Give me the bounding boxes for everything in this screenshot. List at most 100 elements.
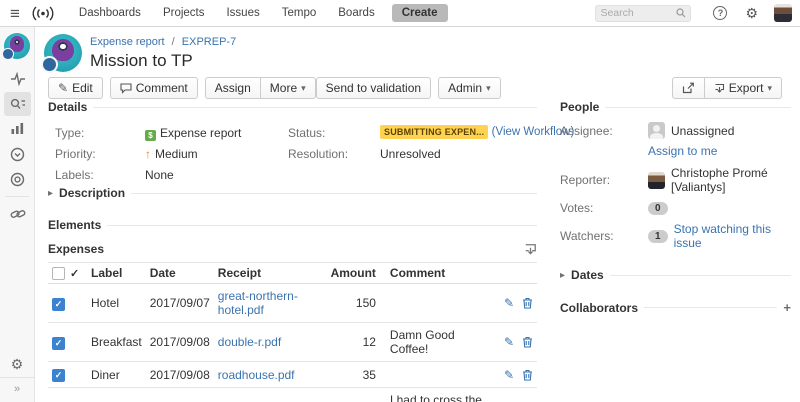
edit-row-icon[interactable]: ✎ [504, 335, 514, 349]
settings-gear-icon[interactable]: ⚙ [745, 6, 758, 20]
details-fields: Type: $Expense report Priority: ↑Medium … [48, 122, 537, 180]
sidebar-expand-icon[interactable]: » [0, 377, 34, 402]
labels-value: None [145, 168, 174, 182]
select-all-checkbox[interactable] [52, 267, 65, 280]
export-dropdown-button[interactable]: Export ▾ [705, 77, 782, 99]
expense-comment: Damn Good Coffee! [386, 323, 493, 362]
details-section-header: Details [48, 100, 537, 114]
nav-dashboards[interactable]: Dashboards [79, 7, 141, 19]
votes-count-badge[interactable]: 0 [648, 202, 668, 215]
hamburger-menu-icon[interactable]: ≡ [10, 5, 20, 22]
table-row: Casino 2017/09/09 one-eyed-jack.pdf 120 … [48, 388, 537, 402]
issue-search-icon[interactable] [4, 92, 31, 116]
stop-watching-link[interactable]: Stop watching this issue [674, 222, 791, 250]
create-button[interactable]: Create [392, 4, 448, 22]
nav-projects[interactable]: Projects [163, 7, 205, 19]
export-table-icon[interactable] [524, 243, 537, 256]
edit-row-icon[interactable]: ✎ [504, 296, 514, 310]
jira-issue-page: ≡ Dashboards Projects Issues Tempo Board… [0, 0, 800, 402]
app-logo-icon[interactable] [30, 6, 56, 21]
dates-heading: Dates [571, 268, 604, 282]
table-row: Breakfast 2017/09/08 double-r.pdf 12 Dam… [48, 323, 537, 362]
nav-issues[interactable]: Issues [226, 7, 259, 19]
receipt-link[interactable]: roadhouse.pdf [218, 368, 295, 382]
breadcrumb-separator: / [172, 36, 175, 48]
expense-comment [386, 362, 493, 388]
expense-label: Casino [87, 388, 146, 402]
votes-label: Votes: [560, 201, 648, 215]
assignee-value: Unassigned [671, 124, 734, 138]
description-section-header[interactable]: ▸ Description [48, 186, 537, 200]
receipt-link[interactable]: double-r.pdf [218, 335, 281, 349]
right-column: People Assignee: Unassigned Assign to me… [560, 100, 791, 323]
people-heading: People [560, 100, 599, 114]
expense-comment [386, 284, 493, 323]
project-avatar-small[interactable] [4, 33, 30, 59]
resolution-value: Unresolved [380, 147, 441, 161]
search-input[interactable] [600, 7, 676, 19]
reporter-avatar[interactable] [648, 172, 665, 189]
resolution-label: Resolution: [288, 147, 348, 161]
issue-type-avatar [44, 34, 82, 72]
expense-label: Diner [87, 362, 146, 388]
history-clock-icon[interactable] [0, 142, 35, 166]
col-receipt: Receipt [214, 263, 327, 284]
user-profile-avatar[interactable] [774, 4, 792, 22]
expense-report-type-icon: $ [145, 130, 156, 141]
watchers-count-badge[interactable]: 1 [648, 230, 668, 243]
activity-icon[interactable] [0, 67, 35, 91]
receipt-link[interactable]: great-northern-hotel.pdf [218, 289, 298, 317]
expense-checkbox-1[interactable] [52, 337, 65, 350]
avatar-overlay-badge [41, 56, 58, 73]
releases-target-icon[interactable] [0, 167, 35, 191]
col-label: Label [87, 263, 146, 284]
nav-boards[interactable]: Boards [338, 7, 374, 19]
assign-button[interactable]: Assign [205, 77, 261, 99]
delete-row-icon[interactable] [522, 369, 533, 381]
expense-date: 2017/09/09 [146, 388, 214, 402]
expenses-table-body: Hotel 2017/09/07 great-northern-hotel.pd… [48, 284, 537, 402]
more-dropdown-button[interactable]: More ▾ [261, 77, 316, 99]
expense-label: Breakfast [87, 323, 146, 362]
expense-checkbox-2[interactable] [52, 369, 65, 382]
breadcrumb-project-link[interactable]: Expense report [90, 36, 165, 48]
chevron-right-icon: ▸ [560, 270, 565, 281]
add-collaborator-icon[interactable]: + [783, 300, 791, 315]
expense-comment: I had to cross the border, but worth it! [386, 388, 493, 402]
comment-button[interactable]: Comment [110, 77, 198, 99]
reporter-field: Reporter: Christophe Promé [Valiantys] [560, 166, 791, 194]
expense-checkbox-0[interactable] [52, 298, 65, 311]
reporter-value: Christophe Promé [Valiantys] [671, 166, 791, 194]
status-value: SUBMITTING EXPEN... (View Workflow) [380, 124, 574, 138]
share-button[interactable] [672, 77, 705, 99]
priority-medium-icon: ↑ [145, 147, 151, 161]
chevron-down-icon: ▾ [486, 83, 491, 94]
watchers-field: Watchers: 1 Stop watching this issue [560, 222, 791, 250]
admin-dropdown-button[interactable]: Admin ▾ [438, 77, 501, 99]
nav-tempo[interactable]: Tempo [282, 7, 317, 19]
elements-section-header: Elements [48, 218, 537, 232]
reports-chart-icon[interactable] [0, 117, 35, 141]
delete-row-icon[interactable] [522, 297, 533, 309]
status-badge[interactable]: SUBMITTING EXPEN... [380, 125, 488, 139]
assign-to-me-link[interactable]: Assign to me [648, 144, 717, 158]
send-to-validation-button[interactable]: Send to validation [316, 77, 431, 99]
delete-row-icon[interactable] [522, 336, 533, 348]
edit-button[interactable]: ✎ Edit [48, 77, 103, 99]
expenses-header: Expenses [48, 242, 537, 256]
help-icon[interactable]: ? [713, 6, 727, 20]
expense-date: 2017/09/08 [146, 362, 214, 388]
quick-search[interactable] [595, 5, 691, 22]
page-title: Mission to TP [90, 51, 193, 71]
project-type-badge [2, 48, 14, 60]
edit-row-icon[interactable]: ✎ [504, 368, 514, 382]
links-chain-icon[interactable] [0, 202, 35, 226]
watchers-label: Watchers: [560, 229, 648, 243]
sidebar-settings-gear-icon[interactable]: ⚙ [0, 352, 34, 377]
sidebar-divider [5, 196, 29, 197]
main-column: Details Type: $Expense report Priority: … [48, 100, 537, 402]
dates-section-header[interactable]: ▸ Dates [560, 268, 791, 282]
chevron-down-icon: ▾ [767, 83, 772, 94]
breadcrumb-issue-key-link[interactable]: EXPREP-7 [182, 36, 236, 48]
expenses-table: ✓ Label Date Receipt Amount Comment Hote… [48, 262, 537, 402]
